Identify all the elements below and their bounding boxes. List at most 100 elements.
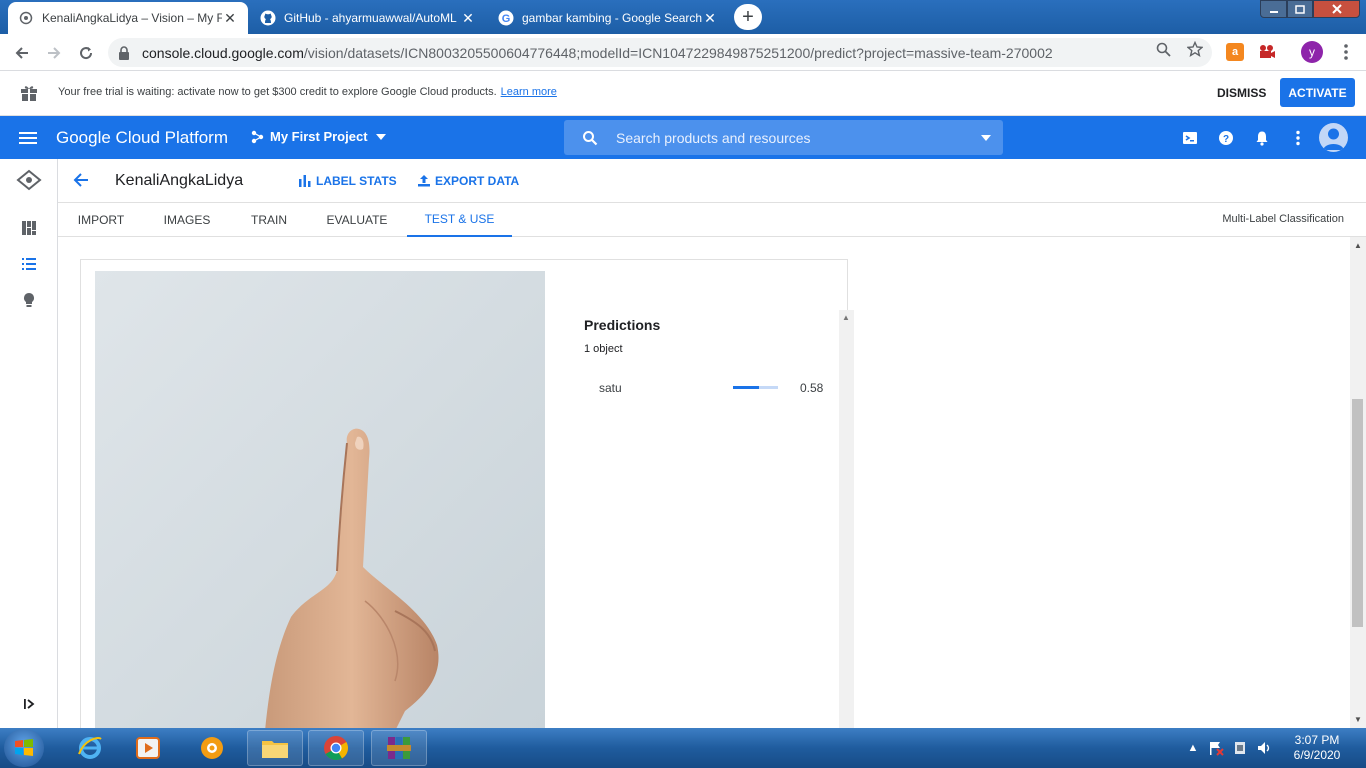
scroll-down-arrow-icon[interactable]: ▼	[1354, 715, 1362, 724]
models-lightbulb-icon[interactable]	[18, 289, 40, 311]
search-icon	[582, 130, 598, 146]
media-player-icon[interactable]	[120, 730, 176, 766]
trial-message: Your free trial is waiting: activate now…	[58, 86, 557, 98]
bookmark-star-icon[interactable]	[1187, 41, 1203, 57]
dashboard-icon[interactable]	[18, 217, 40, 239]
vision-product-icon[interactable]	[16, 169, 42, 191]
url-host: console.cloud.google.com	[142, 44, 304, 61]
tab-title: GitHub - ahyarmuawwal/AutoML	[284, 11, 457, 25]
action-center-flag-icon[interactable]	[1208, 740, 1224, 756]
tab-close-icon[interactable]: ✕	[460, 10, 476, 26]
prediction-label: satu	[599, 381, 622, 395]
winrar-icon[interactable]	[371, 730, 427, 766]
chrome-profile-avatar[interactable]: y	[1301, 41, 1323, 63]
browser-tab-github[interactable]: GitHub - ahyarmuawwal/AutoML ✕	[250, 2, 486, 34]
start-button[interactable]	[4, 729, 44, 767]
tab-import[interactable]: IMPORT	[66, 203, 136, 237]
datasets-list-icon[interactable]	[18, 253, 40, 275]
browser-tab-automl[interactable]: KenaliAngkaLidya – Vision – My F ✕	[8, 2, 248, 34]
project-icon	[250, 130, 264, 144]
project-name: My First Project	[270, 129, 368, 144]
window-controls	[1260, 0, 1360, 20]
label-stats-button[interactable]: LABEL STATS	[299, 174, 397, 188]
predictions-title: Predictions	[584, 317, 661, 333]
settings-gear-app-icon[interactable]	[184, 730, 240, 766]
search-input[interactable]	[616, 129, 981, 146]
clock-date: 6/9/2020	[1293, 748, 1341, 762]
predictions-count: 1 object	[584, 343, 623, 355]
page-tabs: IMPORT IMAGES TRAIN EVALUATE TEST & USE …	[58, 203, 1366, 237]
search-dropdown-icon[interactable]	[981, 134, 991, 141]
uploaded-image-hand-one-finger	[95, 271, 545, 728]
browser-tab-google-search[interactable]: G gambar kambing - Google Search ✕	[488, 2, 728, 34]
free-trial-banner: Your free trial is waiting: activate now…	[0, 71, 1366, 116]
expand-rail-icon[interactable]	[18, 693, 40, 715]
gcp-title[interactable]: Google Cloud Platform	[56, 128, 228, 148]
extension-camera-icon[interactable]	[1258, 43, 1276, 61]
page-header: KenaliAngkaLidya LABEL STATS EXPORT DATA	[58, 159, 1366, 203]
new-tab-button[interactable]: +	[734, 4, 762, 30]
predictions-scrollbar[interactable]: ▲	[839, 310, 854, 728]
left-nav-rail	[0, 159, 58, 728]
url-omnibox[interactable]: console.cloud.google.com/vision/datasets…	[108, 38, 1212, 67]
tab-images[interactable]: IMAGES	[154, 203, 220, 237]
tab-close-icon[interactable]: ✕	[702, 10, 718, 26]
svg-text:?: ?	[1223, 134, 1229, 145]
prediction-score: 0.58	[800, 381, 824, 395]
safely-remove-hardware-icon[interactable]	[1232, 740, 1248, 756]
svg-text:G: G	[502, 13, 511, 25]
back-nav-button[interactable]	[11, 42, 33, 64]
volume-speaker-icon[interactable]	[1256, 740, 1272, 756]
help-icon[interactable]: ?	[1217, 129, 1235, 147]
zoom-icon[interactable]	[1155, 41, 1171, 57]
scroll-up-arrow-icon[interactable]: ▲	[1354, 241, 1362, 250]
export-data-button[interactable]: EXPORT DATA	[418, 174, 519, 188]
scroll-up-arrow-icon[interactable]: ▲	[842, 313, 850, 322]
chrome-menu-icon[interactable]	[1340, 43, 1352, 61]
project-selector[interactable]: My First Project	[250, 129, 386, 144]
trial-message-text: Your free trial is waiting: activate now…	[58, 86, 497, 98]
windows-taskbar: ▲ 3:07 PM 6/9/2020	[0, 728, 1366, 768]
maximize-button[interactable]	[1287, 0, 1313, 18]
show-hidden-icons-arrow[interactable]: ▲	[1185, 740, 1201, 756]
dismiss-button[interactable]: DISMISS	[1205, 79, 1278, 107]
tab-train[interactable]: TRAIN	[240, 203, 298, 237]
windows-logo-icon	[15, 739, 33, 756]
notifications-bell-icon[interactable]	[1253, 129, 1271, 147]
internet-explorer-icon[interactable]	[62, 730, 118, 766]
prediction-card: Predictions 1 object satu 0.58 ▲	[80, 259, 854, 728]
reload-button[interactable]	[75, 42, 97, 64]
scrollbar-thumb[interactable]	[1352, 399, 1363, 627]
search-bar[interactable]	[564, 120, 1003, 155]
page-title: KenaliAngkaLidya	[115, 172, 244, 189]
back-arrow-icon[interactable]	[72, 171, 94, 191]
lock-icon	[118, 45, 132, 60]
label-stats-label: LABEL STATS	[316, 174, 397, 188]
tab-test-and-use[interactable]: TEST & USE	[407, 203, 512, 237]
file-explorer-icon[interactable]	[247, 730, 303, 766]
bar-chart-icon	[299, 175, 311, 187]
close-window-button[interactable]	[1313, 0, 1360, 18]
clock-time: 3:07 PM	[1294, 733, 1340, 747]
address-bar: console.cloud.google.com/vision/datasets…	[0, 34, 1366, 71]
tab-title: gambar kambing - Google Search	[522, 11, 702, 25]
prediction-row: satu 0.58	[584, 379, 823, 397]
activate-button[interactable]: ACTIVATE	[1280, 78, 1355, 107]
export-data-label: EXPORT DATA	[435, 174, 520, 188]
forward-nav-button[interactable]	[43, 42, 65, 64]
upload-icon	[418, 175, 430, 187]
gcp-favicon-icon	[18, 10, 34, 26]
learn-more-link[interactable]: Learn more	[501, 86, 557, 98]
google-icon: G	[498, 10, 514, 26]
hamburger-menu-icon[interactable]	[18, 128, 38, 148]
tab-evaluate[interactable]: EVALUATE	[316, 203, 398, 237]
account-avatar[interactable]	[1319, 123, 1348, 152]
tab-close-icon[interactable]: ✕	[222, 10, 238, 26]
chrome-taskbar-icon[interactable]	[308, 730, 364, 766]
more-options-icon[interactable]	[1289, 129, 1307, 147]
page-scrollbar[interactable]: ▲ ▼	[1350, 237, 1366, 728]
system-clock[interactable]: 3:07 PM 6/9/2020	[1282, 733, 1352, 763]
cloud-shell-icon[interactable]	[1181, 129, 1199, 147]
minimize-button[interactable]	[1260, 0, 1287, 18]
extension-shopping-icon[interactable]: a	[1226, 43, 1244, 61]
